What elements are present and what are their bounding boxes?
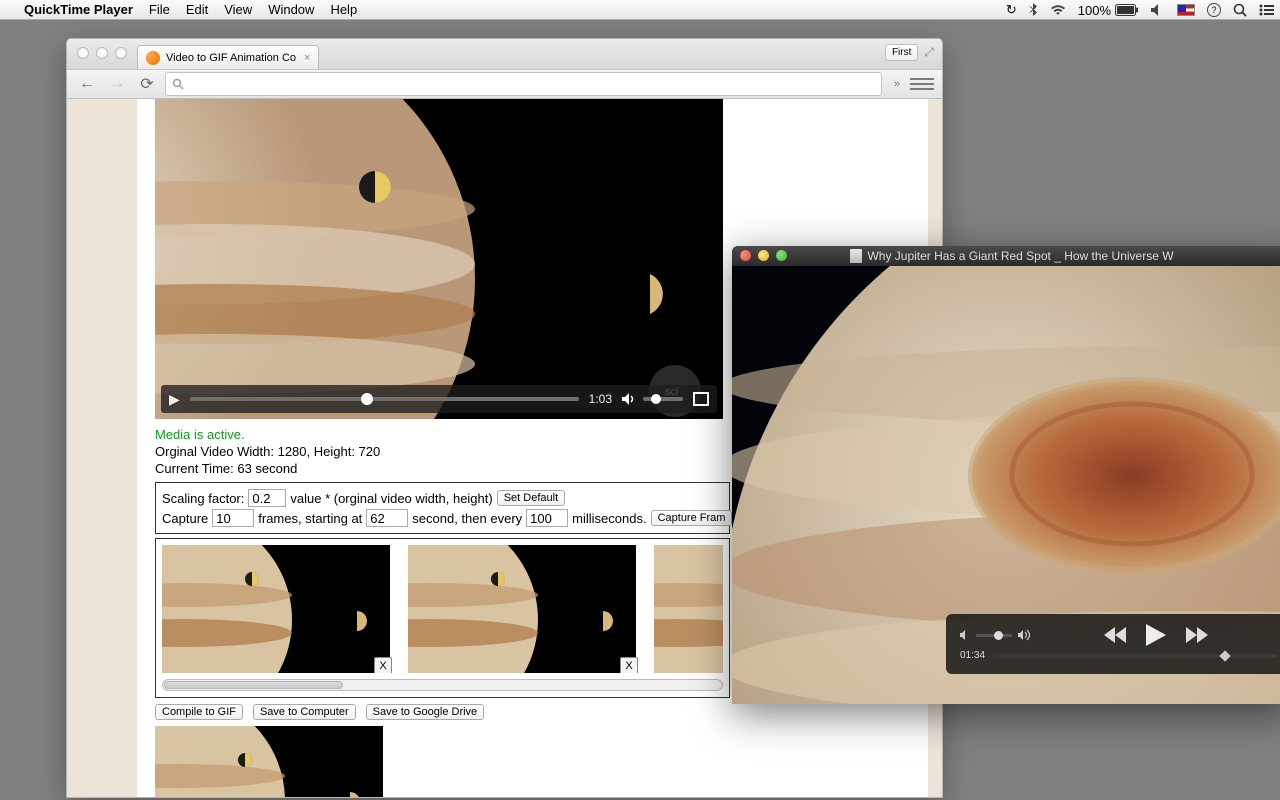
frames-after-label: frames, starting at	[258, 511, 362, 526]
qt-rewind-button[interactable]	[1104, 627, 1126, 643]
qt-window-controls[interactable]	[740, 250, 787, 261]
help-icon[interactable]: ?	[1207, 3, 1221, 17]
document-icon	[850, 249, 862, 263]
qt-minimize[interactable]	[758, 250, 769, 261]
scale-label: Scaling factor:	[162, 491, 244, 506]
qt-zoom[interactable]	[776, 250, 787, 261]
qt-forward-button[interactable]	[1186, 627, 1208, 643]
qt-volume-slider[interactable]	[976, 634, 1012, 637]
menu-view[interactable]: View	[224, 2, 252, 17]
frame-thumb[interactable]	[654, 545, 723, 673]
battery-percent: 100%	[1078, 3, 1111, 18]
volume-icon[interactable]	[622, 392, 638, 406]
qt-current-time: 01:34	[960, 650, 985, 661]
video-controls: ▶ 1:03	[161, 385, 717, 413]
frame-delete-button[interactable]: X	[620, 657, 638, 673]
traffic-zoom[interactable]	[115, 47, 127, 59]
browser-titlebar: Video to GIF Animation Co × First ⤢	[67, 39, 942, 69]
forward-button: →	[105, 73, 129, 95]
qt-titlebar[interactable]: Why Jupiter Has a Giant Red Spot _ How t…	[732, 246, 1280, 266]
menu-window[interactable]: Window	[268, 2, 314, 17]
browser-tab[interactable]: Video to GIF Animation Co ×	[137, 45, 319, 69]
interval-input[interactable]	[526, 509, 568, 527]
tab-close-icon[interactable]: ×	[304, 52, 310, 64]
tab-favicon	[146, 51, 160, 65]
first-button[interactable]: First	[885, 44, 918, 61]
qt-seek-bar[interactable]	[993, 654, 1278, 658]
menu-file[interactable]: File	[149, 2, 170, 17]
frame-thumb[interactable]: X	[162, 545, 390, 673]
start-input[interactable]	[366, 509, 408, 527]
wifi-icon[interactable]	[1050, 4, 1066, 16]
app-name[interactable]: QuickTime Player	[24, 2, 133, 17]
frames-scrollbar[interactable]	[162, 679, 723, 691]
compile-gif-button[interactable]: Compile to GIF	[155, 704, 243, 720]
overflow-icon[interactable]: »	[894, 78, 900, 90]
reload-button[interactable]: ⟳	[135, 73, 159, 95]
video-time: 1:03	[589, 392, 612, 406]
traffic-minimize[interactable]	[96, 47, 108, 59]
scale-input[interactable]	[248, 489, 286, 507]
interval-after-label: milliseconds.	[572, 511, 646, 526]
qt-title-text: Why Jupiter Has a Giant Red Spot _ How t…	[867, 249, 1173, 263]
timemachine-icon[interactable]: ↻	[1006, 2, 1017, 18]
play-button[interactable]: ▶	[169, 391, 180, 408]
quicktime-window: Why Jupiter Has a Giant Red Spot _ How t…	[732, 246, 1280, 704]
qt-vol-high-icon	[1018, 629, 1032, 641]
tab-title: Video to GIF Animation Co	[166, 52, 296, 64]
qt-play-button[interactable]	[1146, 624, 1166, 646]
video-seek[interactable]	[190, 397, 579, 401]
save-computer-button[interactable]: Save to Computer	[253, 704, 356, 720]
volume-icon[interactable]	[1151, 4, 1165, 16]
battery-status[interactable]: 100%	[1078, 3, 1139, 18]
save-drive-button[interactable]: Save to Google Drive	[366, 704, 485, 720]
capture-frames-button[interactable]: Capture Fram	[651, 510, 733, 526]
expand-icon[interactable]: ⤢	[924, 45, 934, 60]
left-margin	[67, 99, 137, 797]
scale-hint: value * (orginal video width, height)	[290, 491, 492, 506]
video-still: sci	[155, 99, 723, 419]
spotlight-icon[interactable]	[1233, 3, 1247, 17]
search-icon	[172, 78, 184, 90]
frames-panel: X X	[155, 538, 730, 698]
params-panel: Scaling factor: value * (orginal video w…	[155, 482, 730, 534]
volume-slider[interactable]	[643, 397, 683, 401]
menu-icon[interactable]	[910, 73, 934, 95]
notification-center-icon[interactable]	[1259, 4, 1274, 16]
fullscreen-button[interactable]	[693, 392, 709, 406]
bluetooth-icon[interactable]	[1029, 3, 1038, 17]
capture-label: Capture	[162, 511, 208, 526]
url-input[interactable]	[190, 77, 875, 91]
menu-edit[interactable]: Edit	[186, 2, 208, 17]
qt-close[interactable]	[740, 250, 751, 261]
video-player[interactable]: sci ▶ 1:03	[155, 99, 723, 419]
address-bar[interactable]	[165, 72, 882, 96]
macos-menubar: QuickTime Player File Edit View Window H…	[0, 0, 1280, 20]
back-button[interactable]: ←	[75, 73, 99, 95]
window-controls[interactable]	[77, 47, 127, 59]
frame-thumb[interactable]: X	[408, 545, 636, 673]
set-default-button[interactable]: Set Default	[497, 490, 565, 506]
frames-input[interactable]	[212, 509, 254, 527]
menu-help[interactable]: Help	[330, 2, 357, 17]
start-after-label: second, then every	[412, 511, 522, 526]
browser-toolbar: ← → ⟳ »	[67, 69, 942, 99]
qt-hud: 01:34	[946, 614, 1280, 674]
gif-preview	[155, 726, 383, 797]
input-flag-icon[interactable]	[1177, 4, 1195, 16]
frame-delete-button[interactable]: X	[374, 657, 392, 673]
traffic-close[interactable]	[77, 47, 89, 59]
qt-vol-low-icon	[960, 630, 970, 640]
